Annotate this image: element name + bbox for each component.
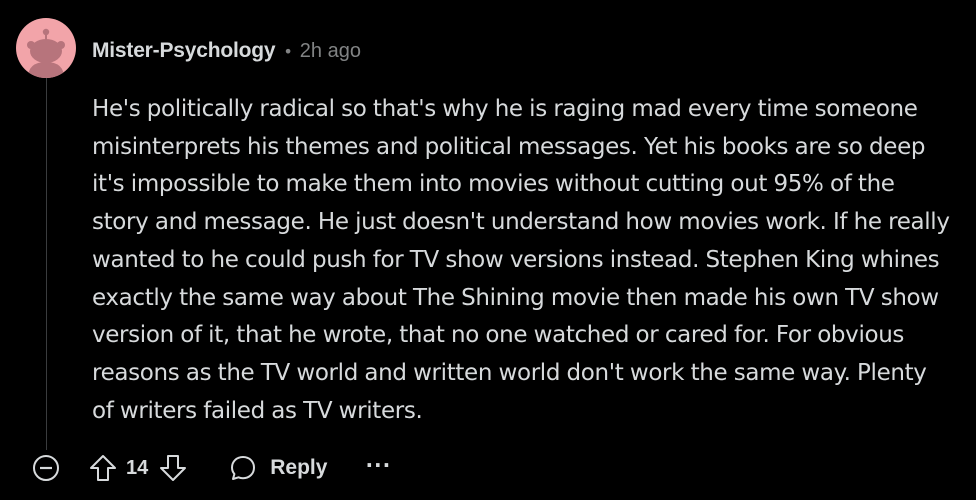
downvote-arrow-icon [160,455,187,481]
reply-label: Reply [270,456,328,479]
vote-score: 14 [126,456,149,479]
comment-line: story and message. He just doesn't under… [92,209,950,236]
reply-button[interactable]: Reply [228,453,327,483]
upvote-button[interactable] [88,453,118,483]
comment-body: He's politically radical so that's why h… [92,91,976,430]
comment: Mister-Psychology • 2h ago He's politica… [0,0,976,500]
comment-line: wanted to he could push for TV show vers… [92,246,940,273]
timestamp[interactable]: 2h ago [300,40,361,63]
comment-line: version of it, that he wrote, that no on… [92,322,905,349]
vote-group: 14 [88,453,188,483]
collapse-button[interactable] [30,452,62,484]
comment-line: exactly the same way about The Shining m… [92,284,939,311]
separator-dot: • [283,41,293,61]
comment-line: misinterprets his themes and political m… [92,133,926,160]
speech-bubble-icon [231,456,256,480]
snoo-avatar-icon [27,28,65,78]
more-options-button[interactable]: ··· [365,455,391,481]
downvote-button[interactable] [158,453,188,483]
avatar[interactable] [16,18,76,78]
comment-line: of writers failed as TV writers. [92,397,423,424]
author-username[interactable]: Mister-Psychology [92,39,276,63]
upvote-arrow-icon [90,455,116,481]
comment-line: it's impossible to make them into movies… [92,171,895,198]
comment-line: reasons as the TV world and written worl… [92,359,927,386]
thread-line[interactable] [46,78,47,450]
collapse-minus-icon [33,455,59,481]
comment-line: He's politically radical so that's why h… [92,96,918,122]
comment-header: Mister-Psychology • 2h ago [92,36,361,66]
comment-actions: 14 Reply ··· [30,448,391,488]
